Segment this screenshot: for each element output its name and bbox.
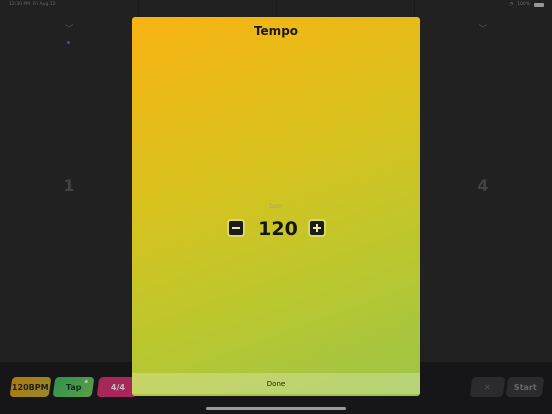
done-button-label: Done	[266, 379, 286, 388]
tempo-value[interactable]: 120	[249, 217, 307, 241]
done-button[interactable]: Done	[132, 373, 420, 394]
bpm-unit-label: bpm	[269, 203, 283, 210]
tempo-stepper: 120	[225, 217, 329, 241]
modal-title: Tempo	[253, 24, 299, 38]
decrease-tempo-button[interactable]	[229, 221, 243, 235]
home-indicator	[206, 407, 346, 410]
tempo-modal: Tempo bpm 120 Done	[132, 17, 420, 396]
minus-icon	[232, 227, 240, 229]
increase-tempo-button[interactable]	[310, 221, 324, 235]
